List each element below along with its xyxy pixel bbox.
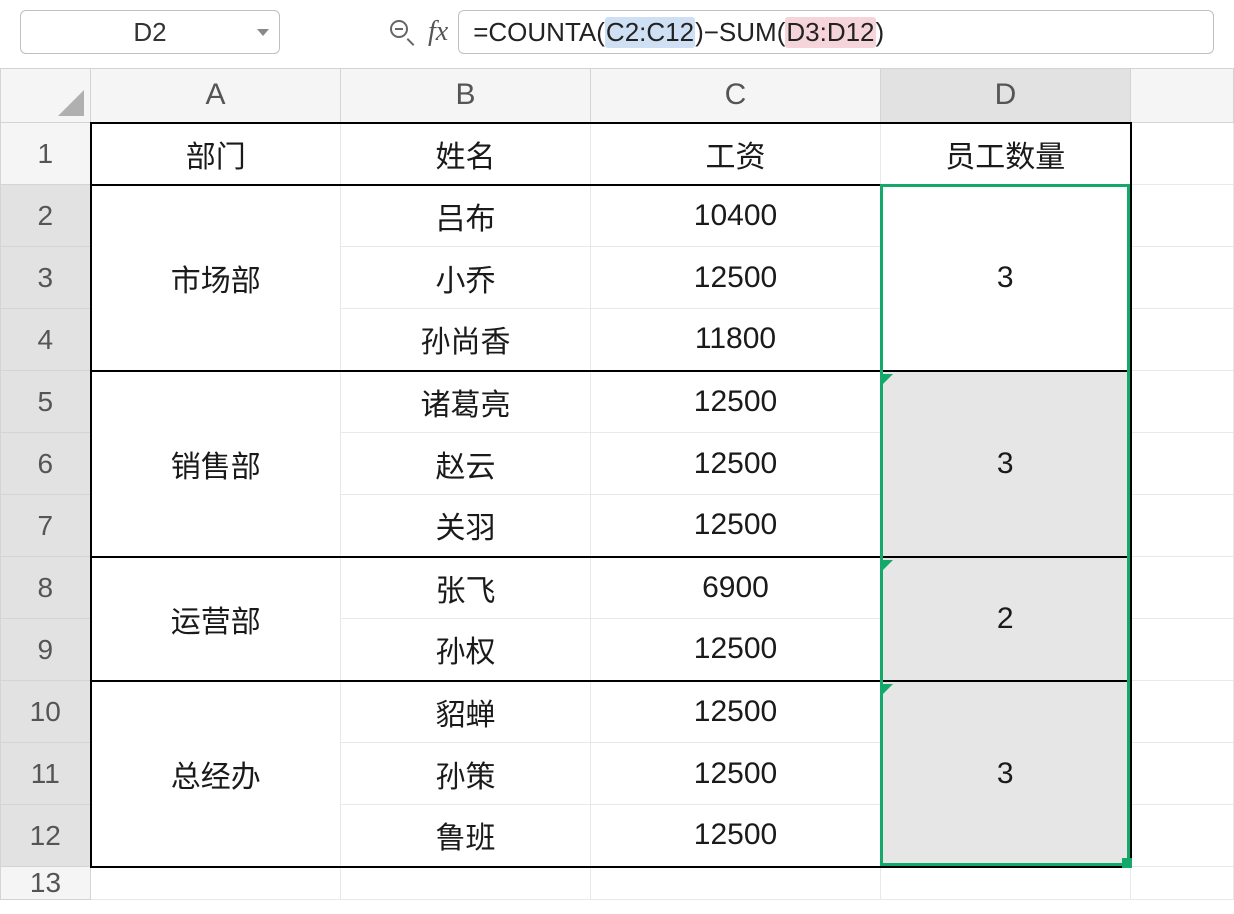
cell[interactable] [1131,309,1234,371]
cell[interactable]: 孙权 [341,619,591,681]
cell[interactable]: 12500 [591,371,881,433]
formula-text: =COUNTA( [473,17,605,48]
row-header[interactable]: 1 [1,123,91,185]
row-header[interactable]: 2 [1,185,91,247]
cell[interactable]: 2 [881,557,1131,681]
cell[interactable]: 3 [881,185,1131,371]
name-box-dropdown-icon[interactable] [257,29,269,36]
name-box-value: D2 [133,17,166,48]
cell[interactable]: 工资 [591,123,881,185]
formula-tools: fx [390,16,448,48]
formula-input[interactable]: =COUNTA(C2:C12)−SUM(D3:D12) [458,10,1214,54]
cell[interactable]: 3 [881,371,1131,557]
cell[interactable]: 总经办 [91,681,341,867]
table-row: 8 运营部 张飞 6900 2 [1,557,1234,619]
cell[interactable]: 诸葛亮 [341,371,591,433]
cell[interactable]: 6900 [591,557,881,619]
row-header[interactable]: 3 [1,247,91,309]
cell[interactable] [1131,433,1234,495]
cell[interactable] [1131,867,1234,900]
cell[interactable]: 鲁班 [341,805,591,867]
cell[interactable]: 12500 [591,805,881,867]
table-row: 13 [1,867,1234,900]
table-row: 2 市场部 吕布 10400 3 [1,185,1234,247]
row-header[interactable]: 8 [1,557,91,619]
cell[interactable] [1131,743,1234,805]
cell[interactable]: 12500 [591,619,881,681]
cell[interactable]: 赵云 [341,433,591,495]
cell[interactable] [341,867,591,900]
cell[interactable] [1131,185,1234,247]
cell[interactable]: 貂蝉 [341,681,591,743]
cell[interactable]: 12500 [591,681,881,743]
cell[interactable]: 12500 [591,743,881,805]
column-header-C[interactable]: C [591,69,881,123]
column-header-row: A B C D [1,69,1234,123]
cell[interactable] [1131,123,1234,185]
cell[interactable]: 部门 [91,123,341,185]
cell[interactable]: 孙策 [341,743,591,805]
column-header-empty[interactable] [1131,69,1234,123]
cell[interactable]: 3 [881,681,1131,867]
cell[interactable]: 11800 [591,309,881,371]
cell[interactable] [591,867,881,900]
cell[interactable]: 吕布 [341,185,591,247]
cell[interactable] [1131,805,1234,867]
row-header[interactable]: 6 [1,433,91,495]
cell[interactable]: 12500 [591,433,881,495]
cell[interactable]: 孙尚香 [341,309,591,371]
cell[interactable]: 10400 [591,185,881,247]
cell[interactable]: 12500 [591,247,881,309]
cell[interactable]: 张飞 [341,557,591,619]
row-header[interactable]: 4 [1,309,91,371]
table-row: 10 总经办 貂蝉 12500 3 [1,681,1234,743]
spreadsheet-grid[interactable]: A B C D 1 部门 姓名 工资 员工数量 2 市场部 吕布 10400 3… [0,68,1234,900]
row-header[interactable]: 5 [1,371,91,433]
cell[interactable] [1131,495,1234,557]
row-header[interactable]: 12 [1,805,91,867]
row-header[interactable]: 7 [1,495,91,557]
cell[interactable]: 运营部 [91,557,341,681]
row-header[interactable]: 11 [1,743,91,805]
cell[interactable]: 姓名 [341,123,591,185]
column-header-A[interactable]: A [91,69,341,123]
row-header[interactable]: 10 [1,681,91,743]
cell[interactable] [1131,557,1234,619]
formula-range-red: D3:D12 [785,17,875,48]
cell[interactable]: 小乔 [341,247,591,309]
formula-range-blue: C2:C12 [605,17,695,48]
formula-text: ) [876,17,885,48]
table-row: 1 部门 姓名 工资 员工数量 [1,123,1234,185]
select-all-corner[interactable] [1,69,91,123]
formula-text: )−SUM( [695,17,785,48]
cell[interactable]: 销售部 [91,371,341,557]
column-header-B[interactable]: B [341,69,591,123]
column-header-D[interactable]: D [881,69,1131,123]
cell[interactable]: 12500 [591,495,881,557]
cell[interactable] [881,867,1131,900]
cell[interactable]: 市场部 [91,185,341,371]
row-header[interactable]: 13 [1,867,91,900]
cell[interactable] [1131,247,1234,309]
select-all-icon [58,90,84,116]
zoom-out-icon[interactable] [390,20,414,44]
cell[interactable]: 关羽 [341,495,591,557]
fx-icon[interactable]: fx [428,16,448,48]
table-row: 5 销售部 诸葛亮 12500 3 [1,371,1234,433]
cell[interactable]: 员工数量 [881,123,1131,185]
cell[interactable] [1131,681,1234,743]
cell[interactable] [1131,371,1234,433]
cell[interactable] [1131,619,1234,681]
formula-bar: D2 fx =COUNTA(C2:C12)−SUM(D3:D12) [0,0,1234,68]
cell[interactable] [91,867,341,900]
row-header[interactable]: 9 [1,619,91,681]
name-box[interactable]: D2 [20,10,280,54]
